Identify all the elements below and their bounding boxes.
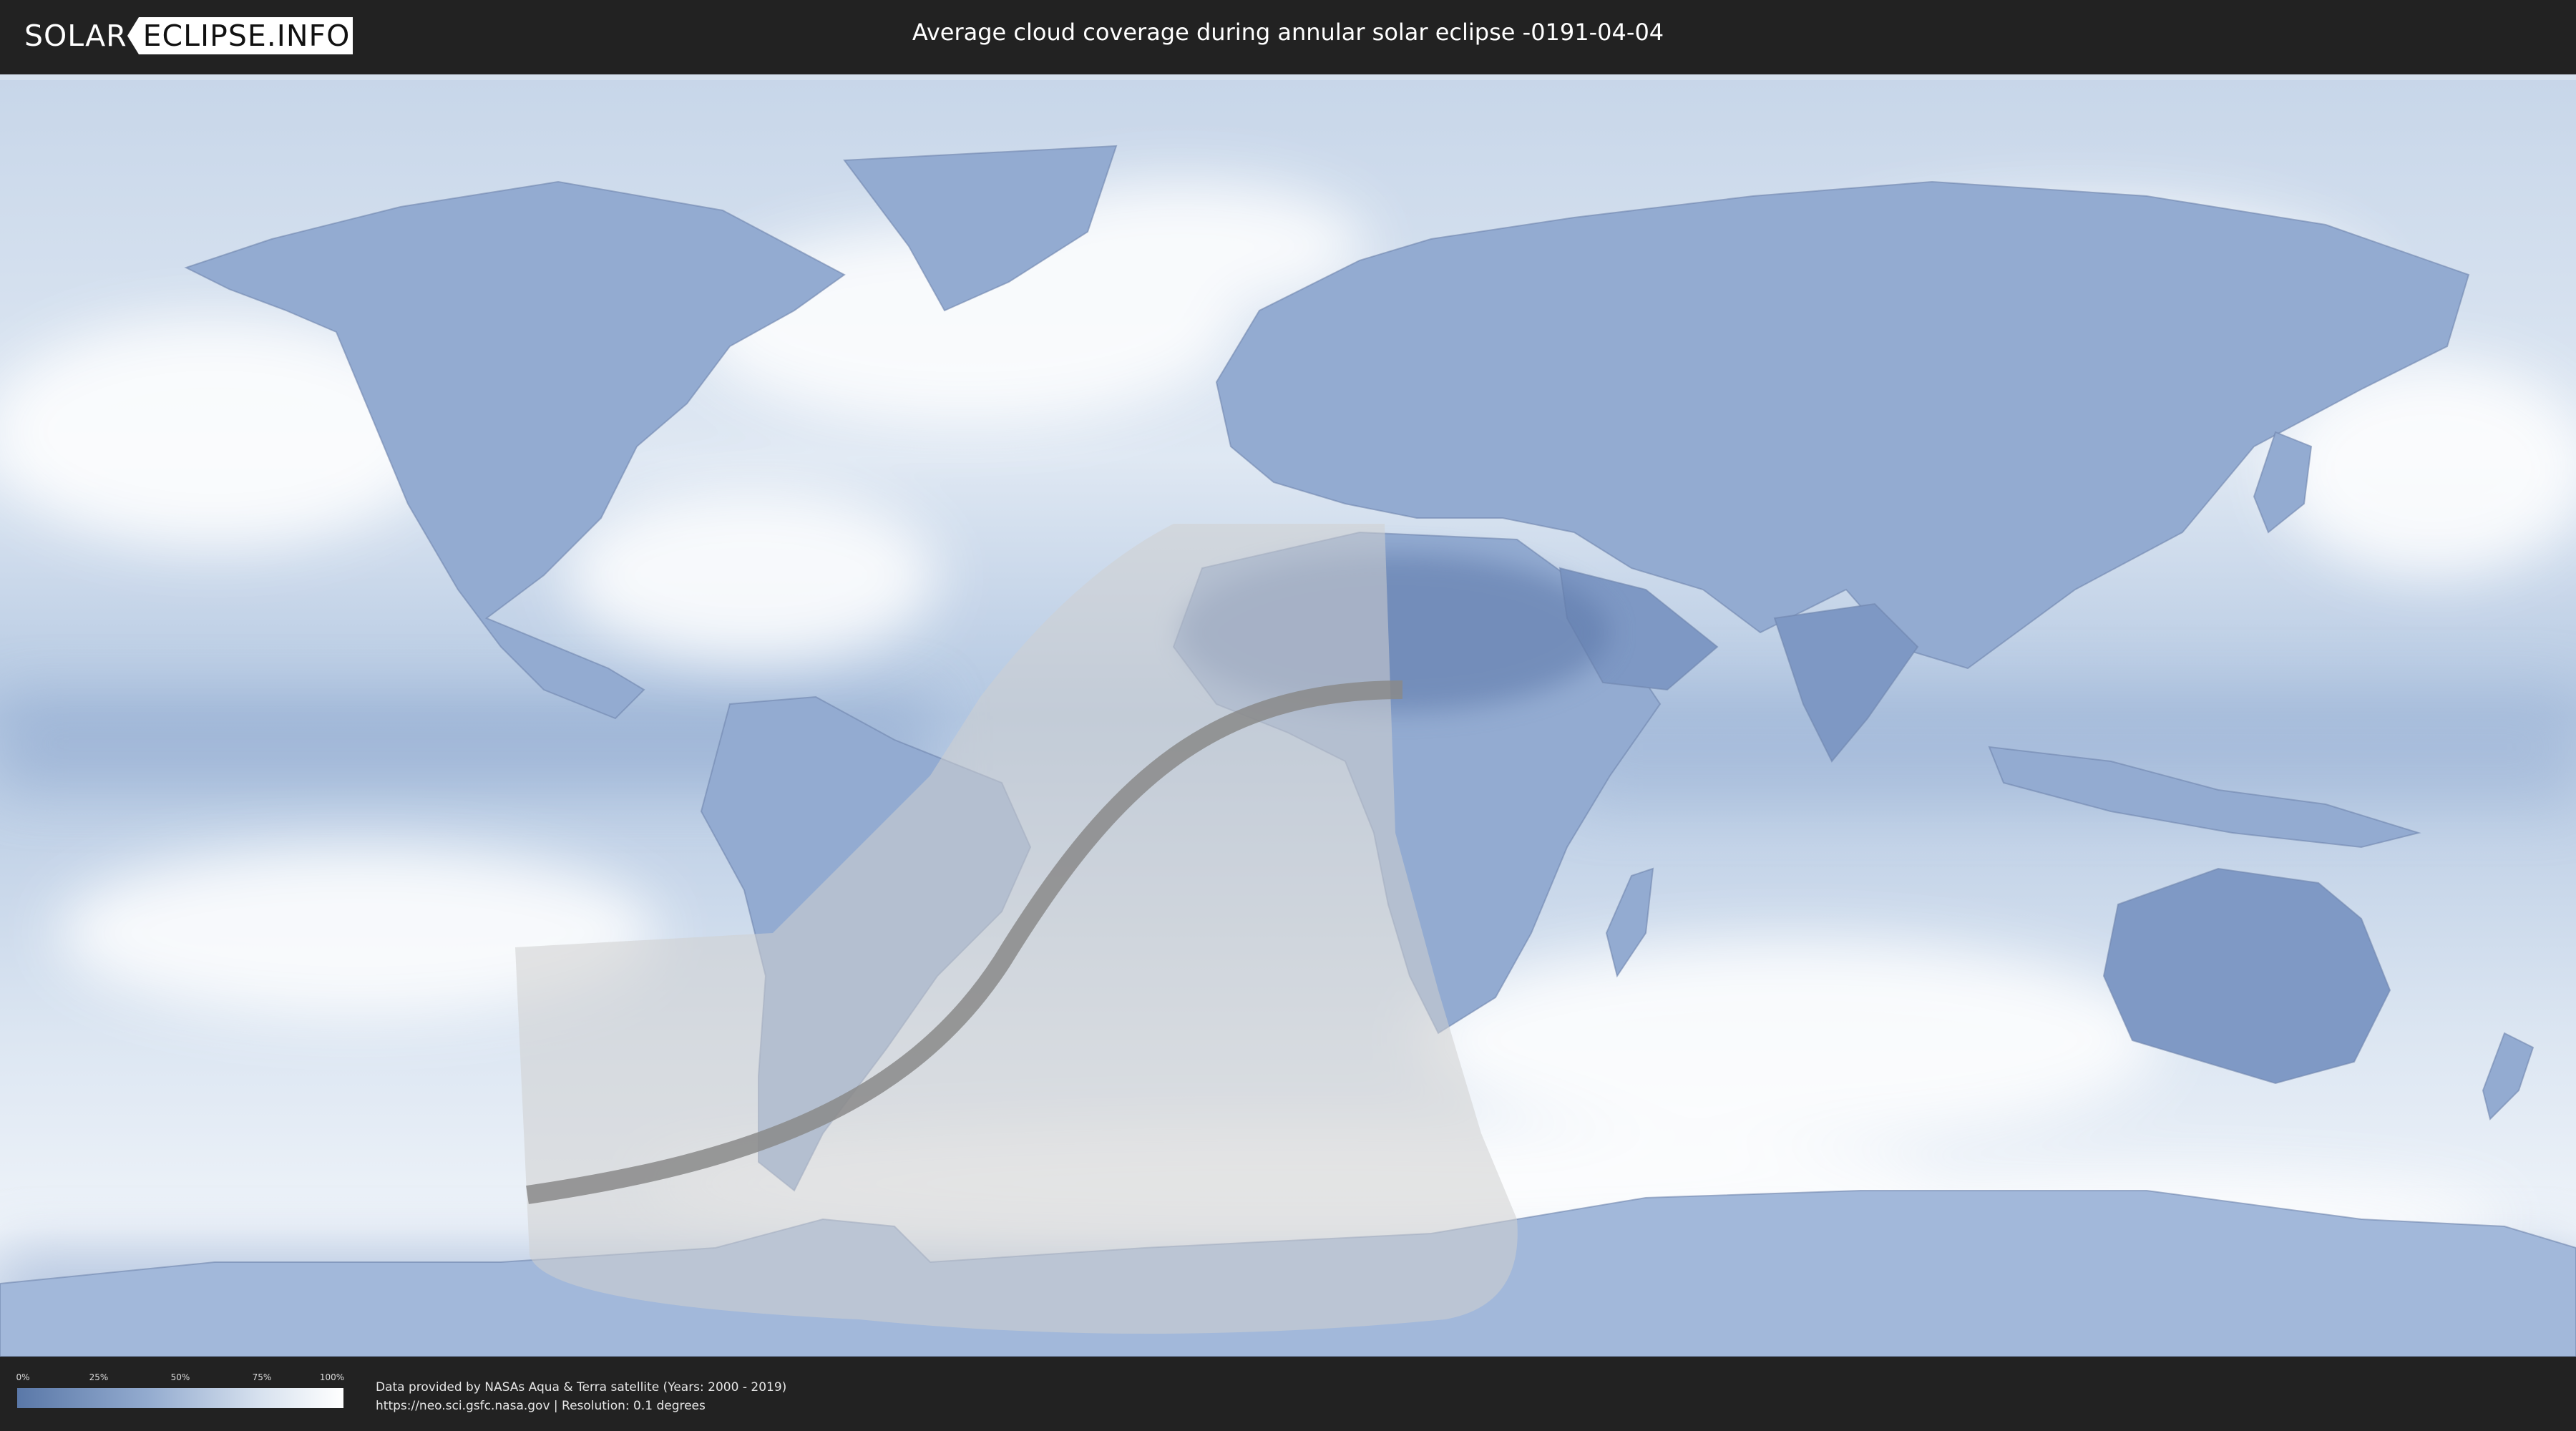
app-root: SOLAR ECLIPSE.INFO Average cloud coverag…: [0, 0, 2576, 1431]
legend-tick-50: 50%: [170, 1372, 190, 1382]
cloud-coverage-legend: 0% 25% 50% 75% 100%: [16, 1372, 345, 1412]
header-bar: SOLAR ECLIPSE.INFO Average cloud coverag…: [0, 0, 2576, 72]
map-top-edge: [0, 74, 2576, 80]
page-title: Average cloud coverage during annular so…: [912, 19, 1664, 46]
legend-tick-75: 75%: [252, 1372, 272, 1382]
footer-bar: 0% 25% 50% 75% 100% Data provided by NAS…: [0, 1357, 2576, 1431]
legend-tick-0: 0%: [16, 1372, 30, 1382]
legend-gradient-bar: [17, 1388, 343, 1408]
credit-line-2: https://neo.sci.gsfc.nasa.gov | Resoluti…: [376, 1399, 706, 1413]
data-credit: Data provided by NASAs Aqua & Terra sate…: [376, 1378, 786, 1415]
legend-tick-100: 100%: [319, 1372, 345, 1382]
credit-line-1: Data provided by NASAs Aqua & Terra sate…: [376, 1380, 787, 1395]
legend-tick-25: 25%: [89, 1372, 109, 1382]
cloud-coverage-map: [0, 74, 2576, 1357]
